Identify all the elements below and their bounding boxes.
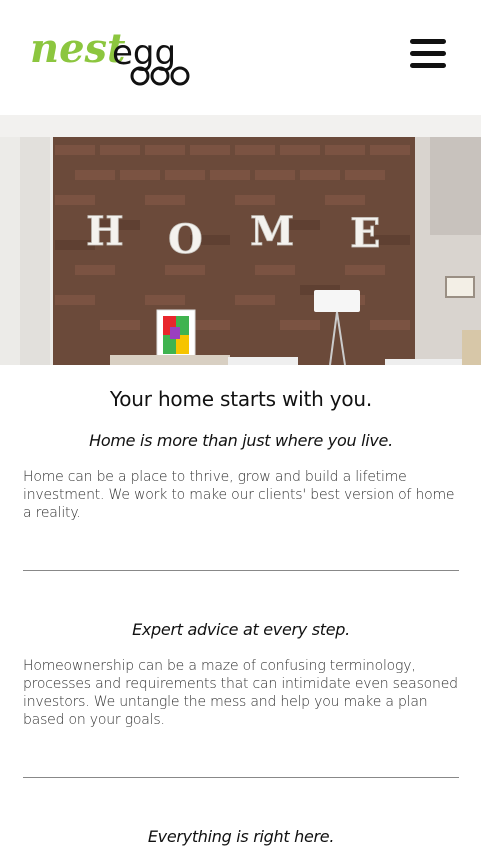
section-body: Home can be a place to thrive, grow and … <box>23 469 455 521</box>
nestegg-logo[interactable]: nest egg <box>30 20 200 90</box>
hamburger-menu-icon[interactable] <box>410 39 446 71</box>
hero-letter-h: H <box>86 208 124 255</box>
section-subtitle: Home is more than just where you live. <box>89 431 393 450</box>
logo-text-egg: egg <box>112 33 176 73</box>
hero-letter-e: E <box>350 210 381 257</box>
section-subtitle: Expert advice at every step. <box>132 620 350 639</box>
section-body: Homeownership can be a maze of confusing… <box>23 658 458 728</box>
main-content: Your home starts with you. Home is more … <box>0 387 481 846</box>
section-divider <box>23 570 459 571</box>
section-subtitle: Everything is right here. <box>147 827 335 846</box>
section-divider <box>23 777 459 778</box>
site-header: nest egg <box>0 0 481 115</box>
page-heading: Your home starts with you. <box>109 387 373 411</box>
hero-letter-o: O <box>168 216 203 263</box>
hero-image: H O M E <box>0 115 481 365</box>
hero-letter-m: M <box>250 208 294 255</box>
